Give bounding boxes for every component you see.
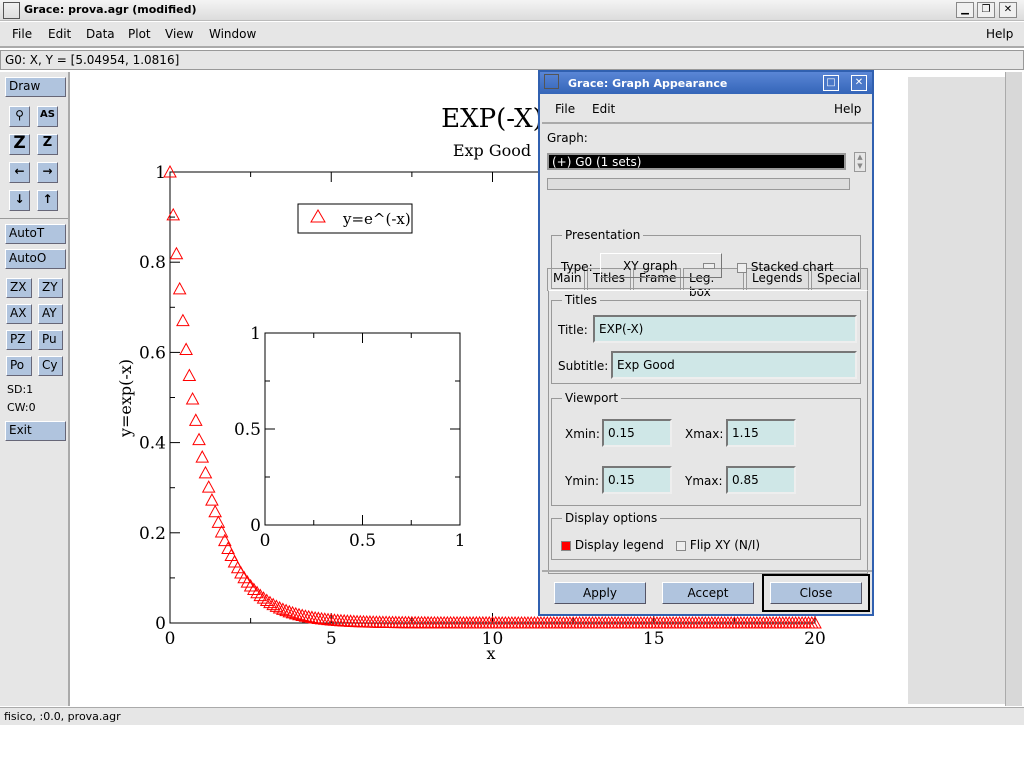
xmax-input[interactable]: 1.15 [726, 419, 796, 447]
accept-button[interactable]: Accept [662, 582, 754, 604]
type-label: Type: [561, 260, 593, 274]
divider [542, 570, 872, 572]
x-tick-label: 20 [804, 629, 826, 649]
data-point [195, 450, 210, 463]
y-axis-label: y=exp(-x) [116, 359, 135, 438]
dialog-menu-help[interactable]: Help [834, 102, 861, 116]
stacked-chart-label: Stacked chart [750, 260, 834, 274]
graph-frame [264, 332, 461, 526]
data-point [201, 480, 216, 493]
status-bar: fisico, :0.0, prova.agr [0, 707, 1024, 725]
x-tick-label: 10 [482, 629, 504, 649]
ymax-input[interactable]: 0.85 [726, 466, 796, 494]
subtitle-input[interactable]: Exp Good [611, 351, 857, 379]
subtitle-label: Subtitle: [558, 359, 609, 373]
display-legend-label: Display legend [574, 538, 664, 552]
graph-label: Graph: [547, 131, 588, 145]
graph-list-item[interactable]: (+) G0 (1 sets) [547, 153, 846, 170]
ymin-input[interactable]: 0.15 [602, 466, 672, 494]
dialog-menu-file[interactable]: File [555, 102, 575, 116]
y-tick-label: 0.8 [139, 253, 166, 273]
data-point [205, 493, 219, 506]
legend-entry: y=e^(-x) [342, 210, 411, 228]
data-point [227, 554, 242, 568]
flip-xy-checkbox[interactable]: Flip XY (N/I) [676, 538, 760, 552]
y-tick-label: 0.5 [234, 420, 261, 440]
graph-subtitle: Exp Good [453, 141, 531, 160]
x-tick-label: 0 [260, 531, 271, 551]
titles-group: Titles Title: EXP(-X) Subtitle: Exp Good [551, 293, 861, 384]
data-point [169, 246, 184, 260]
graph-title: EXP(-X) [441, 104, 543, 134]
data-point [182, 368, 197, 381]
data-point [185, 391, 200, 405]
ymax-label: Ymax: [685, 474, 723, 488]
dialog-close-button[interactable]: ✕ [851, 75, 867, 91]
presentation-group: Presentation Type: XY graph Stacked char… [551, 228, 861, 289]
x-tick-label: 5 [326, 629, 337, 649]
app-icon [544, 74, 559, 89]
y-tick-label: 1 [250, 324, 261, 344]
display-legend-checkbox[interactable]: Display legend [561, 538, 664, 552]
list-spin-icon[interactable]: ▲ ▼ [854, 152, 866, 172]
dialog-titlebar: Grace: Graph Appearance □ ✕ [540, 72, 872, 94]
y-tick-label: 0.6 [139, 343, 166, 363]
close-dialog-button[interactable]: Close [770, 582, 862, 604]
xmin-input[interactable]: 0.15 [602, 419, 672, 447]
flip-xy-label: Flip XY (N/I) [689, 538, 761, 552]
dropdown-icon [703, 263, 715, 269]
y-tick-label: 0 [250, 516, 261, 536]
dialog-maximize-button[interactable]: □ [823, 75, 839, 91]
ymin-label: Ymin: [565, 474, 600, 488]
data-point [179, 342, 193, 355]
dialog-title: Grace: Graph Appearance [568, 77, 728, 90]
presentation-label: Presentation [562, 228, 644, 242]
horizontal-scrollbar[interactable] [547, 178, 850, 190]
viewport-label: Viewport [562, 391, 622, 405]
data-point [188, 413, 203, 426]
xmax-label: Xmax: [685, 427, 724, 441]
data-point [166, 207, 181, 221]
xmin-label: Xmin: [565, 427, 600, 441]
graph-appearance-dialog: Grace: Graph Appearance □ ✕ File Edit He… [538, 70, 874, 616]
y-tick-label: 0.2 [139, 524, 166, 544]
data-point [198, 465, 213, 479]
data-point [172, 281, 187, 295]
viewport-group: Viewport Xmin: 0.15 Xmax: 1.15 Ymin: 0.1… [551, 391, 861, 506]
type-dropdown[interactable]: XY graph [600, 253, 722, 278]
x-tick-label: 0.5 [349, 531, 376, 551]
y-tick-label: 0 [155, 614, 166, 634]
title-input[interactable]: EXP(-X) [593, 315, 857, 343]
data-point [211, 515, 226, 528]
dialog-menubar: File Edit Help [542, 96, 872, 124]
titles-label: Titles [562, 293, 600, 307]
x-tick-label: 15 [643, 629, 665, 649]
display-options-group: Display options Display legend Flip XY (… [551, 511, 861, 560]
display-options-label: Display options [562, 511, 661, 525]
dialog-menu-edit[interactable]: Edit [592, 102, 615, 116]
x-tick-label: 1 [455, 531, 466, 551]
y-tick-label: 1 [155, 163, 166, 183]
data-point [224, 548, 239, 562]
title-label: Title: [558, 323, 588, 337]
data-point [176, 313, 190, 327]
stacked-chart-checkbox[interactable]: Stacked chart [737, 260, 834, 274]
apply-button[interactable]: Apply [554, 582, 646, 604]
data-point [192, 432, 206, 446]
y-tick-label: 0.4 [139, 434, 166, 454]
x-tick-label: 0 [165, 629, 176, 649]
data-point [208, 504, 222, 518]
type-value: XY graph [623, 259, 678, 273]
